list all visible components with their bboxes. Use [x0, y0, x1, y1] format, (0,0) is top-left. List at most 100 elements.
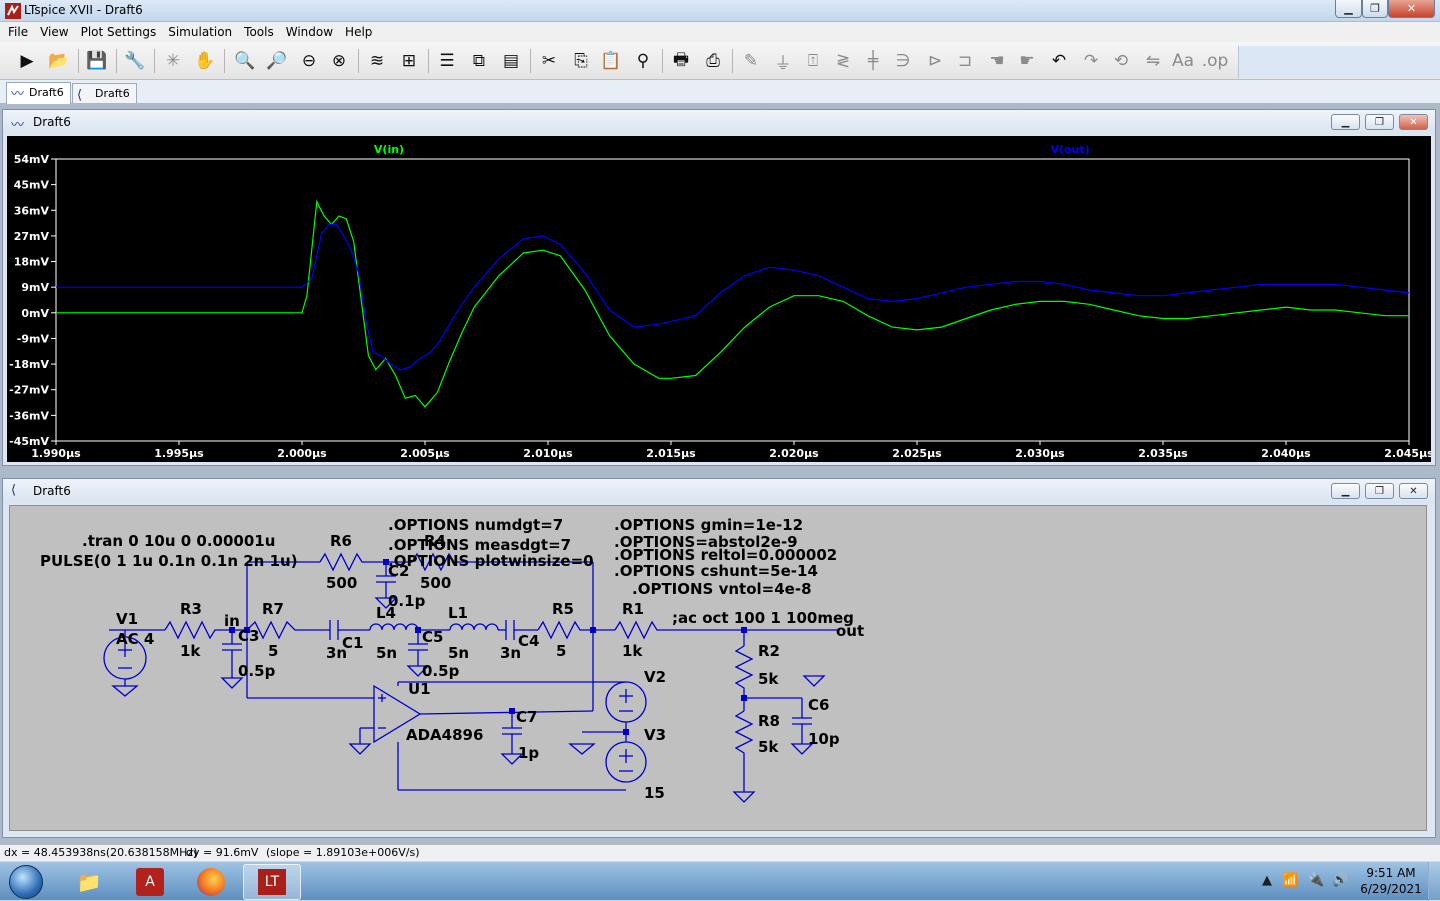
maximize-button[interactable]: ❐	[1362, 0, 1388, 18]
undo-icon[interactable]: ↶	[1046, 48, 1072, 74]
v1-value[interactable]: AC 4	[116, 630, 154, 648]
schematic-canvas[interactable]: .tran 0 10u 0 0.00001u PULSE(0 1 1u 0.1n…	[9, 505, 1427, 831]
capacitor-icon[interactable]: ╪	[860, 48, 886, 74]
v3-label[interactable]: V3	[644, 726, 666, 744]
c6-label[interactable]: C6	[808, 696, 829, 714]
tile-vertical-icon[interactable]: ▤	[498, 48, 524, 74]
clock-date[interactable]: 6/29/2021	[1360, 882, 1422, 896]
r4-label[interactable]: R4	[424, 532, 446, 550]
tab-schematic[interactable]: ⟨ Draft6	[72, 83, 137, 103]
r5-value[interactable]: 5	[556, 642, 566, 660]
l4-value[interactable]: 5n	[376, 644, 397, 662]
r6-value[interactable]: 500	[326, 574, 357, 592]
waveform-plot[interactable]: 54mV 45mV 36mV 27mV 18mV 9mV 0mV -9mV -18mV -27mV…	[7, 136, 1431, 462]
power-plug-icon[interactable]: 🔌	[1308, 873, 1324, 888]
rotate-icon[interactable]: ⟲	[1108, 48, 1134, 74]
firefox-icon[interactable]	[182, 864, 240, 900]
run-stop-icon[interactable]: ✳	[160, 48, 186, 74]
child-restore-button[interactable]: ❐	[1365, 483, 1394, 499]
tran-directive[interactable]: .tran 0 10u 0 0.00001u	[82, 532, 275, 550]
spice-directive-icon[interactable]: .op	[1202, 48, 1229, 74]
r1-value[interactable]: 1k	[622, 642, 643, 660]
wire-pencil-icon[interactable]: ✎	[738, 48, 764, 74]
save-icon[interactable]: 💾	[84, 48, 110, 74]
cut-icon[interactable]: ✂	[536, 48, 562, 74]
run-icon[interactable]: ▶	[14, 48, 40, 74]
print-icon[interactable]: 🖶	[668, 48, 694, 74]
c4-label[interactable]: C4	[518, 632, 539, 650]
options-numdgt[interactable]: .OPTIONS numdgt=7	[388, 516, 563, 534]
v1-label[interactable]: V1	[116, 610, 138, 628]
show-desktop-button[interactable]	[1428, 862, 1440, 901]
redo-icon[interactable]: ↷	[1078, 48, 1104, 74]
options-vntol[interactable]: .OPTIONS vntol=4e-8	[632, 580, 812, 598]
menu-plot-settings[interactable]: Plot Settings	[75, 25, 163, 39]
cascade-icon[interactable]: ⧉	[466, 48, 492, 74]
r7-label[interactable]: R7	[262, 600, 284, 618]
c2-label[interactable]: C2	[388, 562, 409, 580]
resistor-icon[interactable]: ≷	[830, 48, 856, 74]
file-explorer-icon[interactable]: 📁	[60, 864, 118, 900]
ground-icon[interactable]: ⏚	[770, 48, 796, 74]
c7-label[interactable]: C7	[516, 708, 537, 726]
l4-label[interactable]: L4	[376, 604, 396, 622]
c7-value[interactable]: 1p	[518, 744, 539, 762]
menu-simulation[interactable]: Simulation	[162, 25, 238, 39]
pulse-directive[interactable]: PULSE(0 1 1u 0.1n 0.1n 2n 1u)	[40, 552, 298, 570]
r4-value[interactable]: 500	[420, 574, 451, 592]
net-out-label[interactable]: out	[836, 622, 864, 640]
child-minimize-button[interactable]: ▁	[1331, 114, 1360, 130]
options-gmin[interactable]: .OPTIONS gmin=1e-12	[614, 516, 803, 534]
c3-value[interactable]: 0.5p	[238, 662, 276, 680]
menu-help[interactable]: Help	[339, 25, 378, 39]
ltspice-taskbar-icon[interactable]: LT	[243, 864, 301, 900]
options-plotwinsize[interactable]: .OPTIONS plotwinsize=0	[388, 552, 594, 570]
v2-label[interactable]: V2	[644, 668, 666, 686]
zoom-out-icon[interactable]: ⊖	[296, 48, 322, 74]
clock-time[interactable]: 9:51 AM	[1366, 866, 1416, 880]
zoom-in-icon[interactable]: 🔍	[232, 48, 258, 74]
r6-label[interactable]: R6	[330, 532, 352, 550]
u1-label[interactable]: U1	[408, 680, 431, 698]
r5-label[interactable]: R5	[552, 600, 574, 618]
paste-icon[interactable]: 📋	[598, 48, 624, 74]
c5-value[interactable]: 0.5p	[422, 662, 460, 680]
move-hand-icon[interactable]: ☚	[984, 48, 1010, 74]
child-close-button[interactable]: ✕	[1399, 483, 1428, 499]
menu-window[interactable]: Window	[280, 25, 339, 39]
c1-value[interactable]: 3n	[326, 644, 347, 662]
tile-horizontal-icon[interactable]: ☰	[434, 48, 460, 74]
zoom-cancel-icon[interactable]: ⊗	[326, 48, 352, 74]
r3-label[interactable]: R3	[180, 600, 202, 618]
r2-label[interactable]: R2	[758, 642, 780, 660]
ac-directive[interactable]: ;ac oct 100 1 100meg	[672, 609, 854, 627]
r2-value[interactable]: 5k	[758, 670, 779, 688]
inductor-icon[interactable]: ∋	[890, 48, 916, 74]
start-button[interactable]	[2, 863, 50, 901]
child-restore-button[interactable]: ❐	[1365, 114, 1394, 130]
schematic-drawing[interactable]: .tran 0 10u 0 0.00001u PULSE(0 1 1u 0.1n…	[10, 506, 1428, 832]
r8-label[interactable]: R8	[758, 712, 780, 730]
mirror-icon[interactable]: ⇋	[1140, 48, 1166, 74]
control-panel-icon[interactable]: 🔧	[122, 48, 148, 74]
zoom-full-icon[interactable]: 🔎	[264, 48, 290, 74]
c5-label[interactable]: C5	[422, 628, 443, 646]
volume-icon[interactable]: 🔊	[1332, 873, 1348, 888]
tab-waveform[interactable]: 〰 Draft6	[6, 82, 71, 104]
u1-value[interactable]: ADA4896	[406, 726, 483, 744]
r1-label[interactable]: R1	[622, 600, 644, 618]
component-icon[interactable]: ⊐	[952, 48, 978, 74]
diode-icon[interactable]: ⊳	[922, 48, 948, 74]
close-button[interactable]: ✕	[1388, 0, 1435, 18]
menu-file[interactable]: File	[2, 25, 34, 39]
c6-value[interactable]: 10p	[808, 730, 840, 748]
c4-value[interactable]: 3n	[500, 644, 521, 662]
find-binoculars-icon[interactable]: ⚲	[630, 48, 656, 74]
menu-tools[interactable]: Tools	[238, 25, 280, 39]
child-close-button[interactable]: ✕	[1399, 114, 1428, 130]
print-preview-icon[interactable]: ⎙	[700, 48, 726, 74]
r7-value[interactable]: 5	[268, 642, 278, 660]
v3-value[interactable]: 15	[644, 784, 665, 802]
c3-label[interactable]: C3	[238, 627, 259, 645]
l1-label[interactable]: L1	[448, 604, 468, 622]
